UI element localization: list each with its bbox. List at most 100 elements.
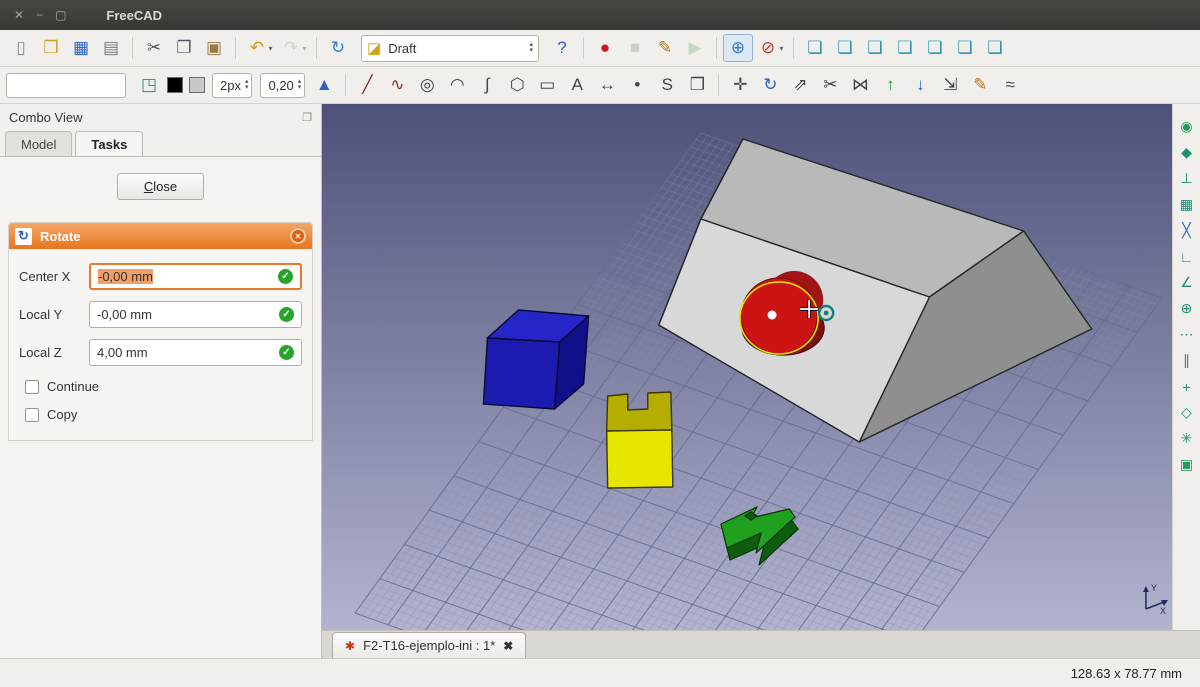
view-front-button[interactable]: ❏ bbox=[830, 34, 860, 62]
center-x-field[interactable]: -0,00 mm ✓ bbox=[89, 263, 302, 290]
snap-intersection-button[interactable]: ╳ bbox=[1176, 220, 1198, 241]
draft-upgrade-tool[interactable]: ↑ bbox=[875, 71, 905, 99]
workbench-selector-arrows[interactable]: ▴ ▾ bbox=[529, 42, 533, 54]
document-tab[interactable]: ✱ F2-T16-ejemplo-ini : 1* ✖ bbox=[332, 632, 526, 658]
draft-move-tool[interactable]: ✛ bbox=[725, 71, 755, 99]
zoom-box-button[interactable]: ⊕ bbox=[723, 34, 753, 62]
print-button[interactable]: ▤ bbox=[96, 34, 126, 62]
whats-this-button[interactable]: ? bbox=[547, 34, 577, 62]
title-bar: ✕−▢ FreeCAD bbox=[0, 0, 1200, 30]
working-plane-button[interactable]: ◳ bbox=[134, 71, 164, 99]
window-maximize-button[interactable]: ▢ bbox=[55, 8, 66, 22]
line-width-value: 2px bbox=[220, 78, 241, 93]
axis-y-label: Y bbox=[1151, 583, 1157, 593]
close-task-button[interactable]: Close bbox=[117, 173, 204, 200]
valid-check-icon: ✓ bbox=[279, 345, 294, 360]
snap-extension-button[interactable]: ⋯ bbox=[1176, 324, 1198, 345]
refresh-button[interactable]: ↻ bbox=[323, 34, 353, 62]
snap-dimensions-button[interactable]: ▣ bbox=[1176, 454, 1198, 475]
local-y-field[interactable]: -0,00 mm ✓ bbox=[89, 301, 302, 328]
draft-wire-tool[interactable]: ∿ bbox=[382, 71, 412, 99]
snap-perpendicular-button[interactable]: ∟ bbox=[1176, 246, 1198, 267]
new-file-button[interactable]: ▯ bbox=[6, 34, 36, 62]
snap-center-button[interactable]: ⊕ bbox=[1176, 298, 1198, 319]
view-bottom-button[interactable]: ❏ bbox=[950, 34, 980, 62]
copy-checkbox-label: Copy bbox=[47, 407, 77, 422]
copy-checkbox[interactable] bbox=[25, 408, 39, 422]
document-tab-bar: ✱ F2-T16-ejemplo-ini : 1* ✖ bbox=[322, 630, 1200, 658]
open-file-button[interactable]: ❒ bbox=[36, 34, 66, 62]
snap-toolbar: ◉ ◆ ⊥ ▦ ╳ ∟ ∠ ⊕ ⋯ ∥ + ◇ ✳ ▣ bbox=[1172, 104, 1200, 630]
draft-offset-tool[interactable]: ⇗ bbox=[785, 71, 815, 99]
line-width-spinbox[interactable]: 2px ▴ ▾ bbox=[212, 73, 252, 98]
view-rear-button[interactable]: ❏ bbox=[920, 34, 950, 62]
text-size-spinbox[interactable]: 0,20 ▴ ▾ bbox=[260, 73, 305, 98]
draft-bspline-tool[interactable]: ∫ bbox=[472, 71, 502, 99]
tab-tasks[interactable]: Tasks bbox=[75, 131, 143, 156]
draft-facebinder-tool[interactable]: ❒ bbox=[682, 71, 712, 99]
snap-midpoint-button[interactable]: ⊥ bbox=[1176, 168, 1198, 189]
snap-endpoint-button[interactable]: ◆ bbox=[1176, 142, 1198, 163]
valid-check-icon: ✓ bbox=[278, 269, 293, 284]
draft-downgrade-tool[interactable]: ↓ bbox=[905, 71, 935, 99]
macro-stop-button[interactable]: ■ bbox=[620, 34, 650, 62]
tab-model[interactable]: Model bbox=[5, 131, 72, 156]
snap-angle-button[interactable]: ∠ bbox=[1176, 272, 1198, 293]
snap-near-button[interactable]: ◇ bbox=[1176, 402, 1198, 423]
paste-button[interactable]: ▣ bbox=[199, 34, 229, 62]
rotate-task-icon: ↻ bbox=[15, 228, 32, 245]
window-close-button[interactable]: ✕ bbox=[14, 8, 24, 22]
snap-grid-button[interactable]: ▦ bbox=[1176, 194, 1198, 215]
draft-dimension-tool[interactable]: ↔ bbox=[592, 71, 622, 99]
save-button[interactable]: ▦ bbox=[66, 34, 96, 62]
view-right-button[interactable]: ❏ bbox=[890, 34, 920, 62]
rotate-task-close-icon[interactable]: ✕ bbox=[290, 228, 306, 244]
macro-play-button[interactable]: ▶ bbox=[680, 34, 710, 62]
line-color-swatch[interactable] bbox=[167, 77, 183, 93]
draft-polygon-tool[interactable]: ⬡ bbox=[502, 71, 532, 99]
combo-view-tabs: Model Tasks bbox=[0, 131, 321, 156]
draft-rotate-tool[interactable]: ↻ bbox=[755, 71, 785, 99]
cut-button[interactable]: ✂ bbox=[139, 34, 169, 62]
snap-special-button[interactable]: ✳ bbox=[1176, 428, 1198, 449]
continue-checkbox[interactable] bbox=[25, 380, 39, 394]
draft-join-tool[interactable]: ⋈ bbox=[845, 71, 875, 99]
draft-command-input[interactable] bbox=[6, 73, 126, 98]
spin-down-icon: ▾ bbox=[529, 48, 533, 54]
macro-edit-button[interactable]: ✎ bbox=[650, 34, 680, 62]
construction-mode-button[interactable]: ▲ bbox=[309, 71, 339, 99]
face-color-swatch[interactable] bbox=[189, 77, 205, 93]
draft-line-tool[interactable]: ╱ bbox=[352, 71, 382, 99]
draft-shapestring-tool[interactable]: S bbox=[652, 71, 682, 99]
snap-ortho-button[interactable]: + bbox=[1176, 376, 1198, 397]
draft-circle-tool[interactable]: ◎ bbox=[412, 71, 442, 99]
undo-dropdown-arrow[interactable]: ▾ bbox=[265, 34, 276, 62]
rotate-task-panel: ↻ Rotate ✕ Center X -0,00 mm ✓ Local Y bbox=[8, 222, 313, 441]
window-minimize-button[interactable]: − bbox=[36, 8, 43, 22]
float-panel-icon[interactable]: ❐ bbox=[302, 111, 312, 124]
draft-edit-tool[interactable]: ✎ bbox=[965, 71, 995, 99]
draw-style-dropdown-arrow[interactable]: ▾ bbox=[776, 34, 787, 62]
draft-wire2bspline-tool[interactable]: ≈ bbox=[995, 71, 1025, 99]
draft-point-tool[interactable]: • bbox=[622, 71, 652, 99]
view-top-button[interactable]: ❏ bbox=[860, 34, 890, 62]
workbench-selector[interactable]: ◪ Draft ▴ ▾ bbox=[361, 35, 539, 62]
workbench-selector-value: Draft bbox=[388, 41, 522, 56]
view-isometric-button[interactable]: ❏ bbox=[800, 34, 830, 62]
draft-arc-tool[interactable]: ◠ bbox=[442, 71, 472, 99]
draft-rectangle-tool[interactable]: ▭ bbox=[532, 71, 562, 99]
draft-scale-tool[interactable]: ⇲ bbox=[935, 71, 965, 99]
copy-button[interactable]: ❐ bbox=[169, 34, 199, 62]
draft-text-tool[interactable]: A bbox=[562, 71, 592, 99]
macro-record-button[interactable]: ● bbox=[590, 34, 620, 62]
freecad-document-icon: ✱ bbox=[345, 639, 355, 653]
draft-trimex-tool[interactable]: ✂ bbox=[815, 71, 845, 99]
local-z-field[interactable]: 4,00 mm ✓ bbox=[89, 339, 302, 366]
redo-button[interactable]: ↷ bbox=[276, 34, 306, 62]
3d-viewport[interactable]: Y X bbox=[322, 104, 1172, 630]
draft-workbench-icon: ◪ bbox=[367, 39, 381, 57]
document-tab-close-icon[interactable]: ✖ bbox=[503, 639, 513, 653]
snap-lock-button[interactable]: ◉ bbox=[1176, 116, 1198, 137]
view-left-button[interactable]: ❏ bbox=[980, 34, 1010, 62]
snap-parallel-button[interactable]: ∥ bbox=[1176, 350, 1198, 371]
